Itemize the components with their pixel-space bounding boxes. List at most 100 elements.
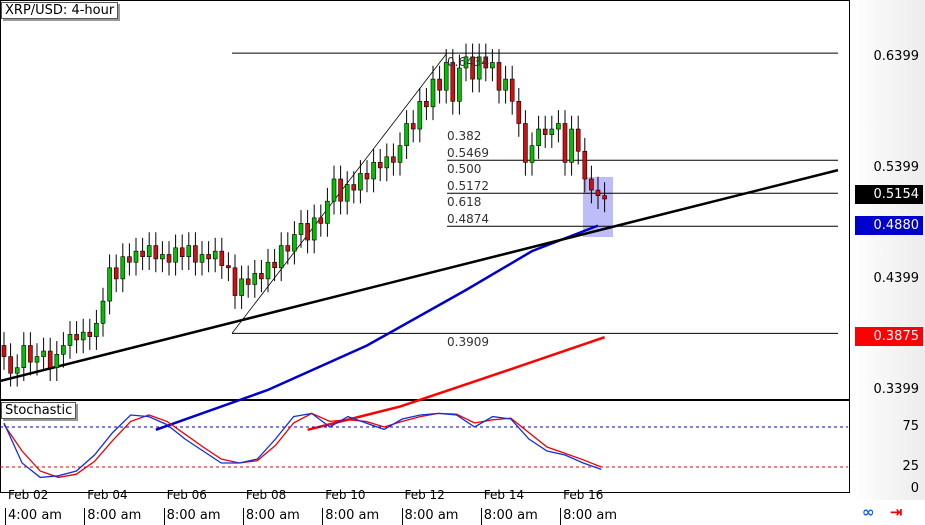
candle-body [34, 356, 40, 363]
candle-body [509, 78, 515, 102]
candle-body [384, 156, 390, 169]
candle-body [80, 331, 86, 341]
time-label: 8:00 am [480, 508, 538, 525]
fib-price-label: 0.4874 [447, 212, 489, 227]
candle-body [21, 345, 27, 368]
candle-body [14, 367, 20, 374]
price-tag: 0.3875 [855, 327, 923, 347]
candle-body [331, 178, 337, 202]
price-tick-label: 0.5399 [873, 160, 920, 175]
candle-body [457, 67, 462, 102]
date-label: Feb 06 [166, 488, 207, 502]
scroll-to-end-icon[interactable]: ⇥ [890, 503, 903, 521]
candle-body [496, 62, 502, 91]
candle-body [410, 123, 416, 130]
fib-price-label: 0.5469 [447, 146, 489, 161]
candle-body [54, 354, 60, 368]
candle-body [397, 145, 403, 163]
candle-body [292, 234, 297, 252]
stochastic-level-label: 25 [902, 459, 919, 474]
stochastic-main-line [3, 412, 602, 479]
time-label: 8:00 am [560, 508, 617, 525]
candle-body [265, 261, 271, 280]
candle-body [490, 62, 495, 69]
candle-body [186, 245, 192, 257]
chart-svg [0, 43, 848, 479]
candle-body [61, 345, 66, 355]
price-tick-label: 0.6399 [873, 49, 920, 64]
candle-body [523, 123, 528, 163]
candle-body [272, 261, 277, 269]
candle-body [536, 128, 541, 146]
candle-body [318, 217, 324, 224]
fib-price-label: 0.5172 [447, 179, 489, 194]
stochastic-level-label: 75 [902, 419, 919, 434]
candle-body [503, 78, 508, 91]
candle-body [602, 195, 607, 200]
candle-body [417, 100, 423, 130]
candle-body [437, 78, 442, 91]
candle-body [146, 245, 152, 257]
candle-body [67, 334, 73, 346]
candle-body [252, 273, 258, 285]
candle-body [424, 100, 429, 108]
fib-price-label: 0.3909 [447, 335, 489, 350]
candle-body [562, 123, 568, 163]
time-label: 8:00 am [401, 508, 458, 525]
candle-body [516, 100, 522, 124]
price-tag: 0.5154 [855, 185, 923, 205]
candle-body [298, 223, 304, 235]
time-label: 8:00 am [322, 508, 379, 525]
stochastic-level-label: 0 [910, 481, 919, 496]
candle-body [166, 254, 172, 263]
price-tick-label: 0.4399 [873, 271, 920, 286]
candle-body [245, 278, 251, 285]
price-tick-label: 0.3399 [873, 382, 920, 397]
date-label: Feb 10 [325, 488, 366, 502]
date-label: Feb 02 [8, 488, 49, 502]
candle-body [311, 217, 317, 241]
candle-body [549, 128, 555, 135]
candle-body [28, 345, 33, 363]
candle-body [100, 300, 106, 324]
candle-body [160, 254, 165, 260]
candle-body [589, 178, 594, 191]
candle-body [193, 245, 198, 263]
date-label: Feb 04 [87, 488, 128, 502]
time-label: 4:00 am [5, 508, 62, 525]
link-icon[interactable]: ∞ [862, 503, 875, 521]
candle-body [107, 267, 112, 302]
time-label: 8:00 am [242, 508, 300, 525]
candle-body [47, 350, 53, 368]
chart-title: XRP/USD: 4-hour [1, 2, 119, 19]
candle-body [569, 128, 574, 163]
price-tag: 0.4880 [855, 215, 923, 235]
fib-ratio-label: 0.382 [447, 129, 482, 144]
time-label: 8:00 am [163, 508, 221, 525]
candle-body [391, 156, 396, 163]
candle-body [305, 223, 310, 241]
candle-body [542, 128, 548, 135]
candle-body [8, 356, 13, 374]
candle-body [364, 173, 370, 180]
date-label: Feb 14 [483, 488, 525, 502]
candle-body [529, 145, 535, 163]
candle-body [87, 331, 93, 337]
candle-body [338, 178, 343, 202]
indicator-title: Stochastic [1, 402, 77, 419]
candle-body [212, 250, 218, 260]
candle-body [358, 173, 363, 191]
candle-body [582, 150, 588, 180]
candle-body [94, 322, 99, 337]
candle-body [1, 345, 7, 357]
candle-body [377, 162, 383, 169]
candle-body [351, 184, 357, 191]
candle-body [127, 256, 132, 263]
candle-body [239, 278, 244, 296]
candle-body [595, 189, 601, 196]
stochastic-signal-line [3, 412, 602, 479]
candle-body [219, 250, 225, 266]
fib-price-label: 0.6434 [447, 55, 489, 70]
candle-body [133, 250, 139, 263]
fib-ratio-label: 0.500 [447, 162, 482, 177]
